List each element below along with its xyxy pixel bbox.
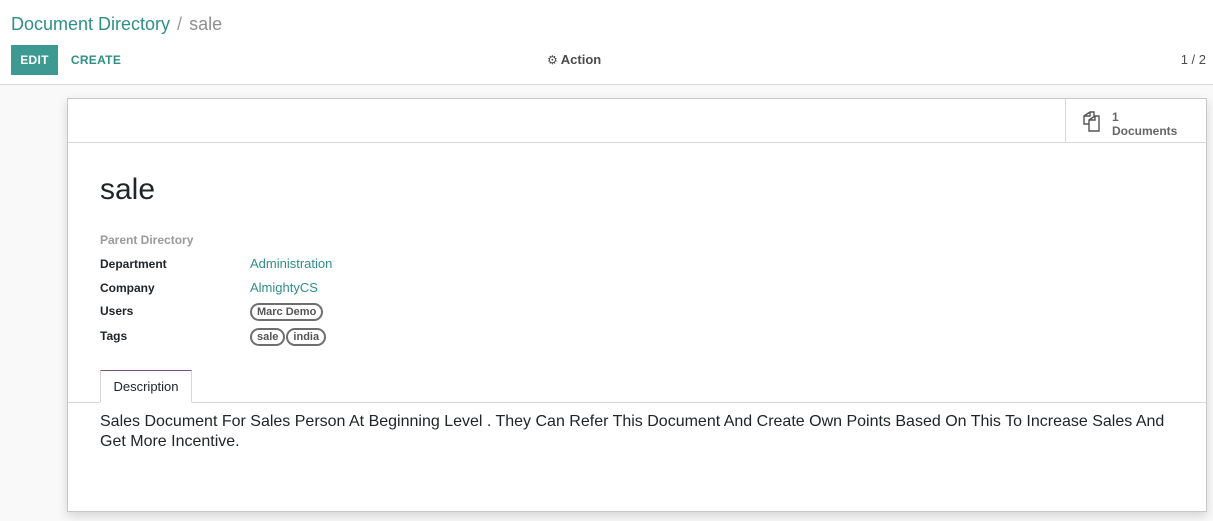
department-link[interactable]: Administration (250, 256, 332, 271)
documents-count: 1 (1112, 110, 1119, 124)
control-panel: Document Directory / sale EDIT CREATE ⚙ Act… (0, 0, 1213, 85)
department-row: Department Administration (100, 255, 700, 275)
button-box: 1 Documents (68, 99, 1206, 143)
parent-directory-label: Parent Directory (100, 233, 194, 247)
users-row: Users Marc Demo (100, 302, 700, 322)
breadcrumb-parent-link[interactable]: Document Directory (11, 14, 170, 34)
tag-badge[interactable]: india (286, 328, 327, 346)
pager[interactable]: 1 / 2 (1181, 52, 1206, 68)
parent-directory-row: Parent Directory (100, 231, 700, 251)
record-title: sale (100, 173, 156, 206)
breadcrumb-current: sale (189, 14, 223, 34)
create-button[interactable]: CREATE (66, 45, 126, 75)
company-label: Company (100, 281, 155, 295)
action-menu-label: Action (560, 52, 602, 67)
gear-icon: ⚙ (547, 53, 558, 67)
documents-icon (1080, 111, 1102, 138)
company-row: Company AlmightyCS (100, 279, 700, 299)
documents-label: Documents (1112, 124, 1178, 138)
breadcrumb: Document Directory / sale (11, 12, 222, 36)
users-label: Users (100, 304, 134, 318)
tabs-divider (68, 402, 1206, 403)
company-link[interactable]: AlmightyCS (250, 280, 318, 295)
tab-description[interactable]: Description (100, 370, 192, 403)
action-menu[interactable]: ⚙ Action (547, 52, 601, 68)
users-badges: Marc Demo (250, 302, 324, 321)
tags-label: Tags (100, 329, 128, 343)
documents-stat-button[interactable]: 1 Documents (1065, 99, 1206, 143)
breadcrumb-separator: / (177, 14, 183, 34)
tag-badge[interactable]: sale (250, 328, 286, 346)
form-sheet: 1 Documents sale Parent Directory Depart… (67, 98, 1207, 512)
tags-badges: sale india (250, 327, 327, 346)
edit-button[interactable]: EDIT (11, 45, 58, 75)
tags-row: Tags sale india (100, 327, 700, 347)
description-text: Sales Document For Sales Person At Begin… (100, 413, 1165, 450)
department-label: Department (100, 257, 167, 271)
user-badge[interactable]: Marc Demo (250, 303, 324, 321)
